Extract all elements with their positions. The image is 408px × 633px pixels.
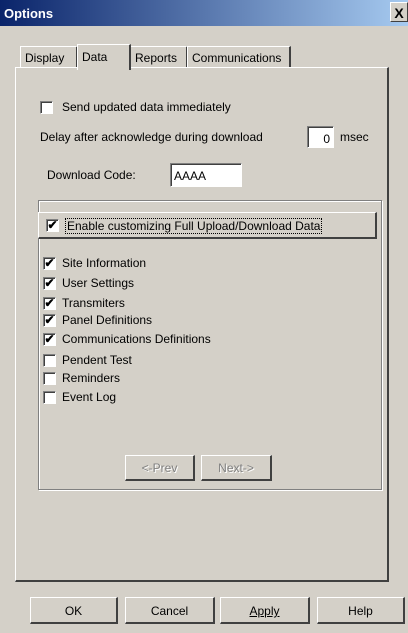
delay-unit: msec [340, 130, 369, 144]
delay-input[interactable]: 0 [307, 126, 334, 148]
tab-reports[interactable]: Reports [130, 46, 188, 68]
prev-button[interactable]: <-Prev [125, 455, 195, 481]
send-updated-checkbox[interactable] [40, 101, 53, 114]
site-information-checkbox[interactable]: ✔ [43, 257, 56, 270]
close-icon: X [394, 5, 404, 21]
check-icon: ✔ [44, 313, 55, 327]
tab-reports-label: Reports [135, 51, 178, 65]
download-code-value: AAAA [174, 169, 207, 183]
event-log-label: Event Log [62, 390, 117, 404]
tab-display-label: Display [25, 51, 65, 65]
close-button[interactable]: X [390, 2, 408, 22]
reminders-checkbox[interactable] [43, 372, 56, 385]
transmiters-checkbox[interactable]: ✔ [43, 297, 56, 310]
communications-definitions-label: Communications Definitions [62, 332, 211, 346]
pendent-test-checkbox[interactable] [43, 354, 56, 367]
cancel-button-label: Cancel [150, 604, 189, 618]
check-icon: ✔ [47, 218, 58, 232]
apply-button[interactable]: Apply [220, 597, 310, 624]
enable-customizing-checkbox[interactable]: ✔ [46, 219, 59, 232]
user-settings-checkbox[interactable]: ✔ [43, 277, 56, 290]
ok-button-label: OK [64, 604, 83, 618]
event-log-checkbox[interactable] [43, 391, 56, 404]
delay-label: Delay after acknowledge during download [40, 130, 263, 144]
tab-communications-label: Communications [192, 51, 282, 65]
download-code-label: Download Code: [47, 168, 136, 182]
enable-customizing-label: Enable customizing Full Upload/Download … [65, 218, 323, 234]
window-title: Options [4, 6, 54, 21]
communications-definitions-checkbox[interactable]: ✔ [43, 333, 56, 346]
check-icon: ✔ [44, 256, 55, 270]
tab-data[interactable]: Data [77, 44, 131, 70]
next-button-label: Next-> [218, 461, 254, 475]
tab-data-label: Data [82, 50, 108, 64]
next-button[interactable]: Next-> [201, 455, 272, 481]
check-icon: ✔ [44, 296, 55, 310]
tab-display[interactable]: Display [20, 46, 78, 68]
prev-button-label: <-Prev [141, 461, 178, 475]
cancel-button[interactable]: Cancel [125, 597, 215, 624]
help-button-label: Help [348, 604, 373, 618]
title-bar: Options X [0, 0, 408, 26]
check-icon: ✔ [44, 332, 55, 346]
tab-communications[interactable]: Communications [187, 46, 291, 68]
transmiters-label: Transmiters [62, 296, 125, 310]
pendent-test-label: Pendent Test [62, 353, 132, 367]
download-code-input[interactable]: AAAA [170, 163, 242, 187]
delay-value: 0 [323, 132, 330, 146]
panel-definitions-checkbox[interactable]: ✔ [43, 314, 56, 327]
help-button[interactable]: Help [317, 597, 405, 624]
user-settings-label: User Settings [62, 276, 135, 290]
apply-button-label: Apply [249, 604, 280, 618]
panel-definitions-label: Panel Definitions [62, 313, 153, 327]
send-updated-label: Send updated data immediately [62, 100, 231, 114]
check-icon: ✔ [44, 276, 55, 290]
reminders-label: Reminders [62, 371, 121, 385]
site-information-label: Site Information [62, 256, 147, 270]
ok-button[interactable]: OK [30, 597, 118, 624]
